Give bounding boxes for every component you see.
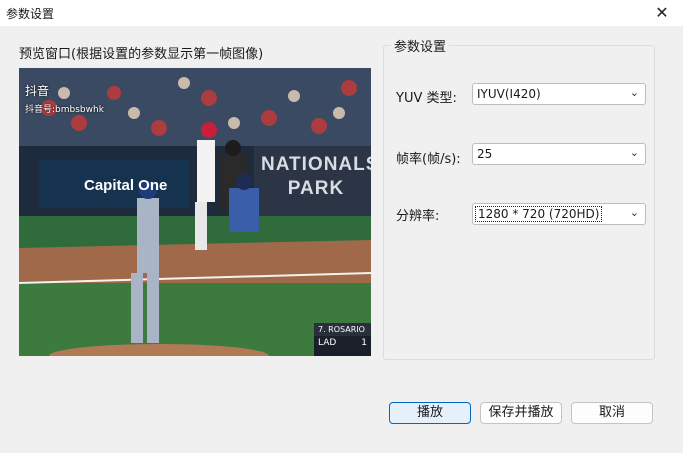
- fps-value: 25: [477, 147, 493, 161]
- chevron-down-icon: ⌄: [629, 206, 639, 219]
- settings-group-title: 参数设置: [391, 36, 450, 55]
- fps-select[interactable]: 25 ⌄: [472, 143, 646, 165]
- preview-frame: 抖音 抖音号:bmbsbwhk Capital One NATIONALS PA…: [19, 68, 371, 356]
- cancel-button[interactable]: 取消: [571, 402, 653, 424]
- score-bug: 7. ROSARIO LAD 1: [314, 323, 371, 356]
- yuv-type-value: IYUV(I420): [477, 87, 541, 101]
- yuv-type-select[interactable]: IYUV(I420) ⌄: [472, 83, 646, 105]
- score-team: LAD: [318, 338, 337, 348]
- chevron-down-icon: ⌄: [629, 146, 639, 159]
- window-title: 参数设置: [6, 7, 55, 21]
- score-runs: 1: [361, 338, 367, 348]
- resolution-select[interactable]: 1280 * 720 (720HD) ⌄: [472, 203, 646, 225]
- play-button[interactable]: 播放: [389, 402, 471, 424]
- stadium-sign: NATIONALS PARK: [261, 154, 371, 199]
- fps-label: 帧率(帧/s):: [396, 152, 461, 167]
- score-player-name: 7. ROSARIO: [314, 323, 371, 336]
- score-team-row: LAD 1: [314, 336, 371, 350]
- app-watermark: 抖音: [25, 84, 50, 98]
- yuv-type-label: YUV 类型:: [396, 91, 457, 106]
- close-icon[interactable]: ✕: [649, 1, 675, 25]
- save-and-play-button[interactable]: 保存并播放: [480, 402, 562, 424]
- resolution-label: 分辨率:: [396, 209, 440, 224]
- chevron-down-icon: ⌄: [629, 86, 639, 99]
- preview-label: 预览窗口(根据设置的参数显示第一帧图像): [19, 47, 264, 62]
- title-bar: 参数设置 ✕: [0, 0, 683, 26]
- resolution-value: 1280 * 720 (720HD): [475, 206, 603, 222]
- app-handle: 抖音号:bmbsbwhk: [25, 105, 104, 115]
- ad-banner-text: Capital One: [84, 177, 168, 194]
